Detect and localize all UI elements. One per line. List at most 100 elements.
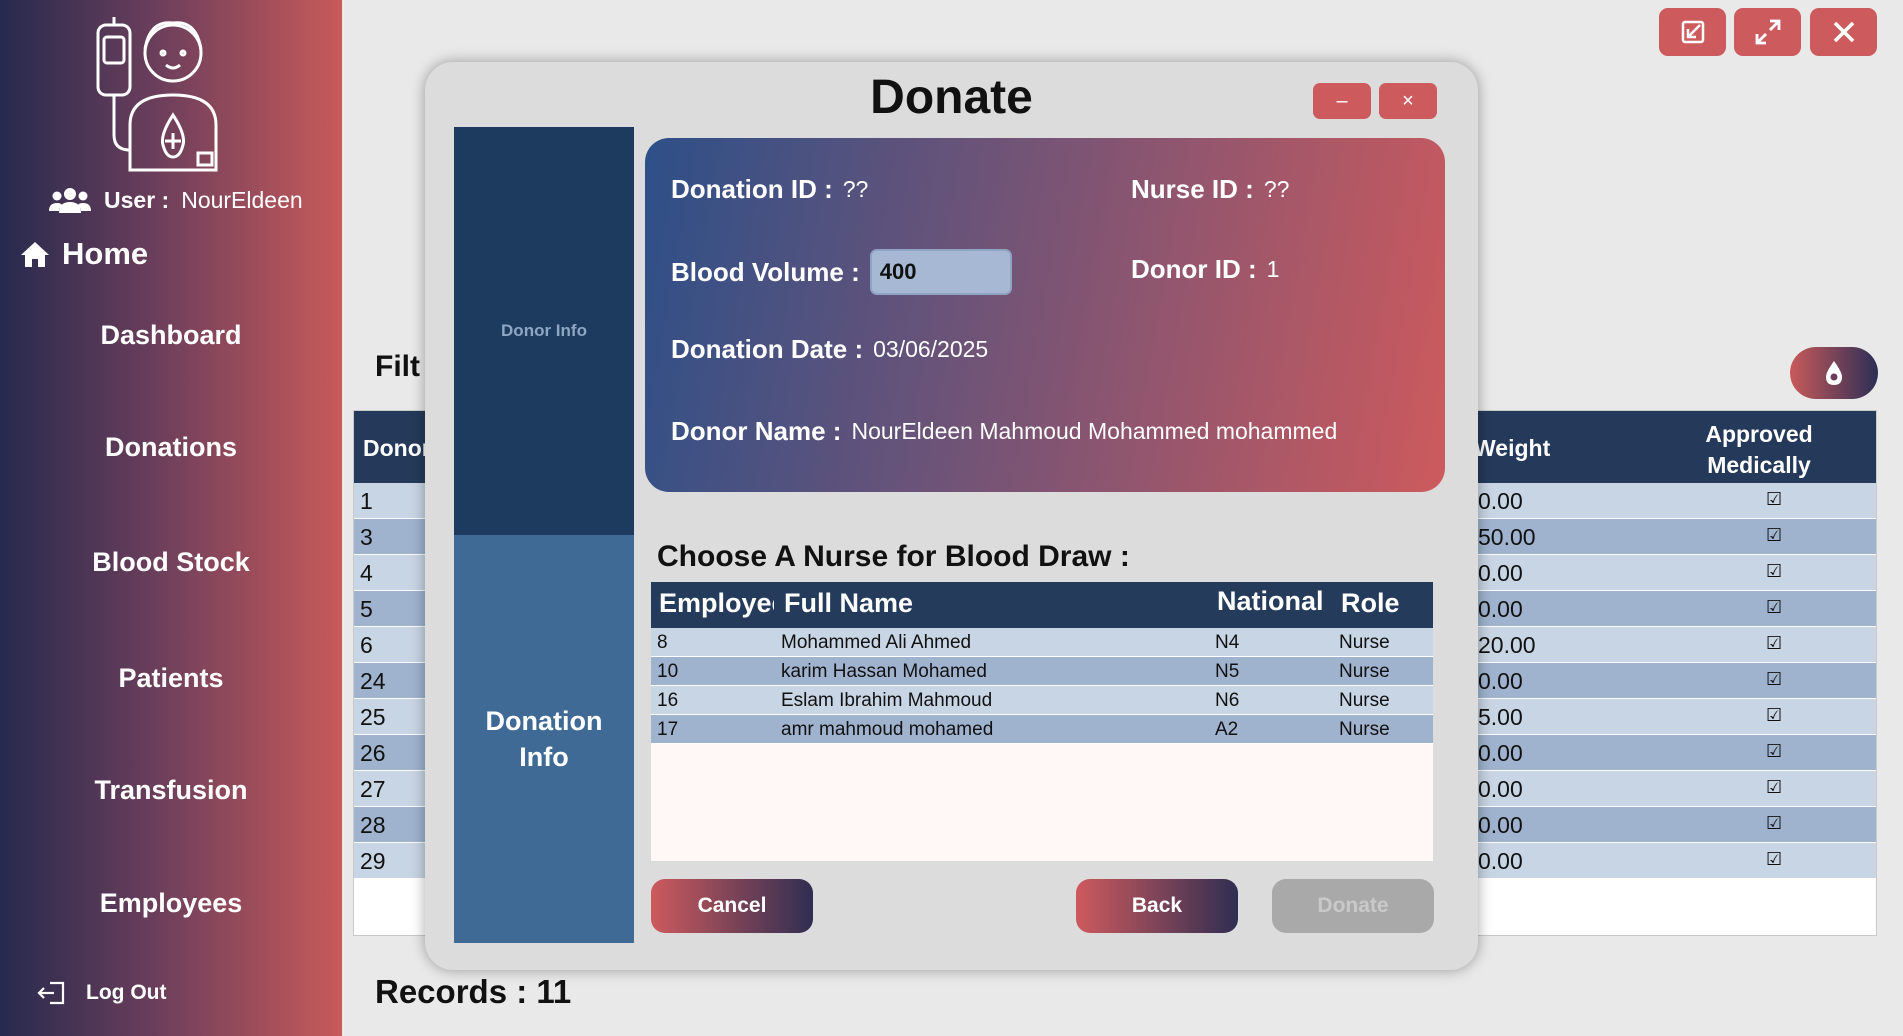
nurse-national-cell: N6 [1215, 690, 1240, 711]
home-label: Home [62, 236, 149, 271]
approved-checkbox: ☑ [1766, 561, 1783, 581]
donor-id-cell: 27 [360, 776, 386, 802]
tab-donor-info[interactable]: Donor Info [454, 127, 634, 535]
weight-cell: 0.00 [1478, 740, 1523, 766]
donation-id-value: ?? [842, 176, 869, 202]
nurse-role-cell: Nurse [1339, 661, 1390, 682]
nurse-role-cell: Nurse [1339, 632, 1390, 653]
donor-id-cell: 24 [360, 668, 386, 694]
header-national: National [1217, 586, 1324, 616]
shrink-arrow-icon [1681, 20, 1704, 44]
nav-transfusion[interactable]: Transfusion [0, 775, 342, 806]
blood-volume-input[interactable] [869, 249, 1012, 295]
expand-icon [1755, 19, 1780, 45]
user-name: NourEldeen [181, 186, 303, 213]
blood-drop-icon [1826, 361, 1842, 385]
donor-id-cell: 5 [360, 596, 373, 622]
nav-patients[interactable]: Patients [0, 663, 342, 694]
approved-checkbox: ☑ [1766, 777, 1783, 797]
donor-id-cell: 3 [360, 524, 373, 550]
donation-info-card: Donation ID : ?? Nurse ID : ?? Blood Vol… [645, 138, 1445, 492]
donate-dialog: Donate – × Donor Info Donation Info Dona… [425, 62, 1478, 970]
logout-button[interactable]: Log Out [36, 980, 166, 1006]
nurse-row[interactable]: 16 Eslam Ibrahim Mahmoud N6 Nurse [651, 686, 1433, 715]
approved-checkbox: ☑ [1766, 849, 1783, 869]
logout-icon [37, 981, 65, 1005]
nurse-row[interactable]: 17 amr mahmoud mohamed A2 Nurse [651, 715, 1433, 744]
approved-checkbox: ☑ [1766, 813, 1783, 833]
tab-donation-info-label: Donation Info [485, 706, 603, 772]
donation-id-field: Donation ID : ?? [671, 174, 868, 205]
header-full-name: Full Name [784, 588, 914, 618]
nav-blood-stock[interactable]: Blood Stock [0, 547, 342, 578]
approved-checkbox: ☑ [1766, 669, 1783, 689]
home-icon [21, 242, 49, 267]
weight-cell: 0.00 [1478, 776, 1523, 802]
nurse-blood-bag-logo-icon [96, 17, 218, 172]
header-approved: Approved Medically [1705, 421, 1813, 478]
donation-id-label: Donation ID : [671, 174, 833, 204]
nurse-name-cell: Eslam Ibrahim Mahmoud [781, 690, 993, 711]
donor-name-value: NourEldeen Mahmoud Mohammed mohammed [851, 418, 1338, 444]
back-button[interactable]: Back [1076, 879, 1238, 933]
weight-cell: 0.00 [1478, 668, 1523, 694]
nurse-row[interactable]: 10 karim Hassan Mohamed N5 Nurse [651, 657, 1433, 686]
approved-checkbox: ☑ [1766, 633, 1783, 653]
weight-cell: 0.00 [1478, 812, 1523, 838]
nurse-row[interactable]: 8 Mohammed Ali Ahmed N4 Nurse [651, 628, 1433, 657]
weight-cell: 0.00 [1478, 848, 1523, 874]
nurse-national-cell: N4 [1215, 632, 1240, 653]
donor-id-label: Donor ID : [1131, 254, 1257, 284]
close-icon [1833, 21, 1854, 43]
weight-cell: 50.00 [1478, 524, 1536, 550]
header-donor: Donor [363, 435, 431, 461]
donor-id-cell: 6 [360, 632, 373, 658]
restore-window-button[interactable] [1659, 8, 1726, 56]
nav-employees[interactable]: Employees [0, 888, 342, 919]
nurse-id-field: Nurse ID : ?? [1131, 174, 1289, 205]
maximize-window-button[interactable] [1734, 8, 1801, 56]
records-count: Records : 11 [375, 973, 572, 1010]
approved-checkbox: ☑ [1766, 525, 1783, 545]
donor-id-cell: 29 [360, 848, 386, 874]
donation-date-field: Donation Date : 03/06/2025 [671, 334, 988, 365]
weight-cell: 0.00 [1478, 560, 1523, 586]
nurse-id-cell: 8 [657, 632, 668, 653]
blood-volume-label: Blood Volume : [671, 256, 860, 287]
nav-dashboard[interactable]: Dashboard [0, 320, 342, 351]
cancel-button[interactable]: Cancel [651, 879, 813, 933]
donor-id-cell: 4 [360, 560, 373, 586]
tab-donation-info[interactable]: Donation Info [454, 535, 634, 943]
header-role: Role [1341, 588, 1400, 618]
nurse-id-cell: 10 [657, 661, 679, 682]
close-window-button[interactable] [1810, 8, 1877, 56]
nurse-national-cell: N5 [1215, 661, 1240, 682]
donor-id-cell: 1 [360, 488, 373, 514]
home-link[interactable]: Home [20, 236, 148, 272]
nurse-id-value: ?? [1263, 176, 1290, 202]
nurse-name-cell: karim Hassan Mohamed [781, 661, 987, 682]
nurse-role-cell: Nurse [1339, 719, 1390, 740]
header-weight: Weight [1474, 435, 1551, 461]
donor-id-value: 1 [1266, 256, 1280, 282]
nurse-role-cell: Nurse [1339, 690, 1390, 711]
donate-action-button[interactable] [1790, 347, 1878, 399]
weight-cell: 0.00 [1478, 488, 1523, 514]
logout-label: Log Out [86, 981, 167, 1004]
user-info: User : NourEldeen [48, 186, 303, 214]
dialog-close-button[interactable]: × [1379, 83, 1437, 119]
dialog-minimize-button[interactable]: – [1313, 83, 1371, 119]
nav-donations[interactable]: Donations [0, 432, 342, 463]
donor-id-cell: 26 [360, 740, 386, 766]
donation-date-label: Donation Date : [671, 334, 864, 364]
filter-label: Filt [375, 350, 420, 383]
nurse-table: Employee Full Name National Role 8 Mohamm… [651, 582, 1433, 861]
approved-checkbox: ☑ [1766, 597, 1783, 617]
approved-checkbox: ☑ [1766, 705, 1783, 725]
donor-name-field: Donor Name : NourEldeen Mahmoud Mohammed… [671, 416, 1337, 447]
sidebar: User : NourEldeen Home Dashboard Donatio… [0, 0, 342, 1036]
approved-checkbox: ☑ [1766, 741, 1783, 761]
nurse-id-cell: 17 [657, 719, 679, 740]
donate-button[interactable]: Donate [1272, 879, 1434, 933]
donation-date-value: 03/06/2025 [873, 336, 989, 362]
